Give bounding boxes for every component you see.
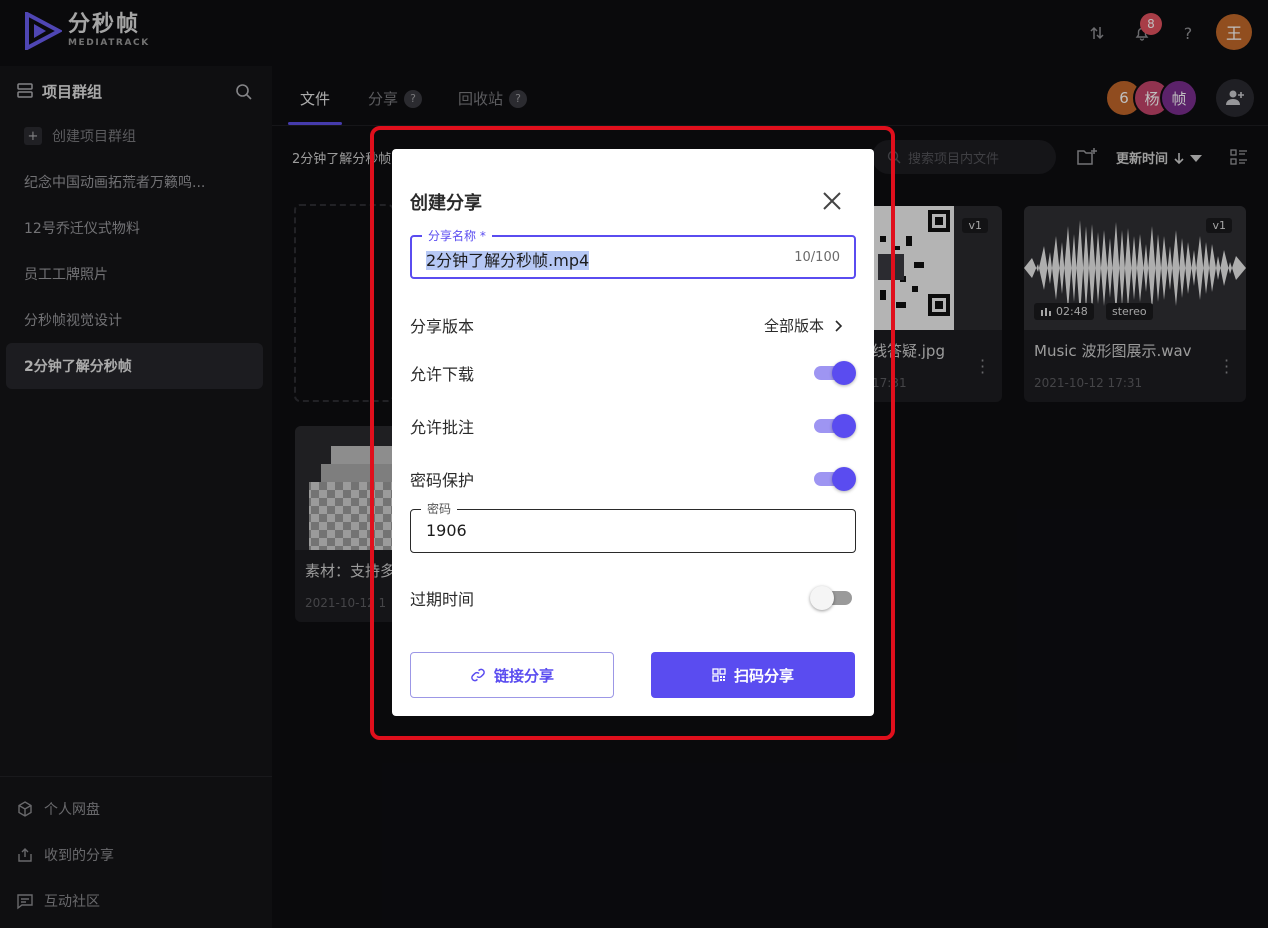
app: 分秒帧 MEDIATRACK 8 ? 王 项目群组 + 创建项目群组 纪念中国动… bbox=[0, 0, 1268, 928]
highlight-frame bbox=[370, 126, 895, 740]
